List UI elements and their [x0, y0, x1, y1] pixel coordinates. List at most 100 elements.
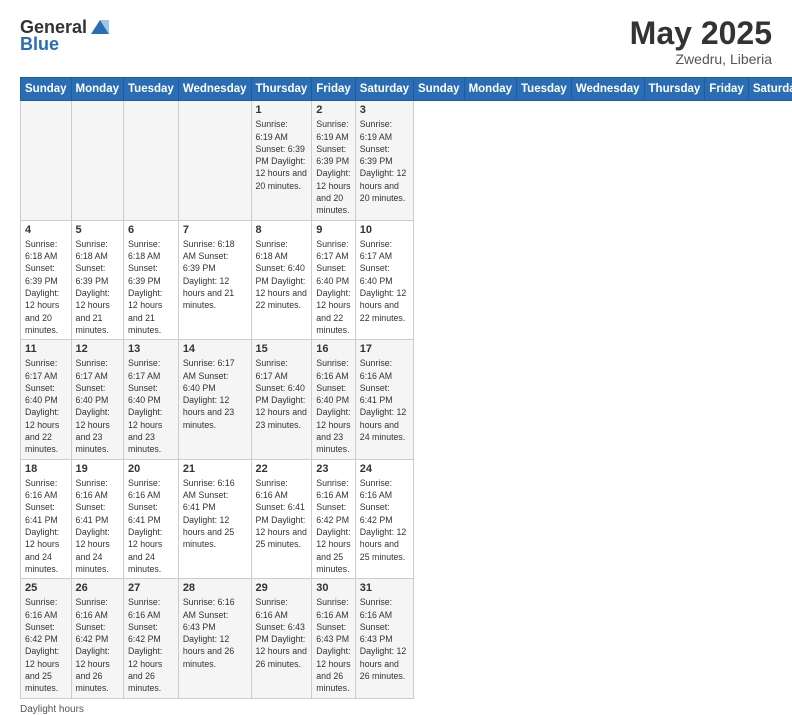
calendar-cell: 12Sunrise: 6:17 AM Sunset: 6:40 PM Dayli… — [71, 340, 123, 460]
calendar-cell: 27 Sunrise: 6:16 AM Sunset: 6:42 PM Dayli… — [124, 579, 179, 699]
calendar-cell: 17 Sunrise: 6:16 AM Sunset: 6:41 PM Dayli… — [355, 340, 413, 460]
page: General Blue May 2025 Zwedru, Liberia Su… — [0, 0, 792, 612]
day-header: Friday — [705, 78, 749, 101]
calendar-cell: 11 Sunrise: 6:17 AM Sunset: 6:40 PM Dayli… — [21, 340, 72, 460]
day-info: Sunrise: 6:16 AM Sunset: 6:41 PM Dayligh… — [76, 477, 119, 576]
day-info: Sunrise: 6:16 AM Sunset: 6:41 PM Dayligh… — [256, 477, 308, 551]
calendar-cell: 30 Sunrise: 6:16 AM Sunset: 6:43 PM Dayli… — [312, 579, 356, 699]
calendar-cell: 5 Sunrise: 6:18 AM Sunset: 6:39 PM Daylig… — [71, 220, 123, 340]
day-number: 26 — [76, 582, 119, 594]
day-number: 27 — [128, 582, 174, 594]
header: General Blue May 2025 Zwedru, Liberia — [20, 16, 772, 67]
calendar-cell: 29 Sunrise: 6:16 AM Sunset: 6:43 PM Dayli… — [251, 579, 312, 699]
day-header: Monday — [464, 78, 516, 101]
calendar-cell: 26 Sunrise: 6:16 AM Sunset: 6:42 PM Dayli… — [71, 579, 123, 699]
day-number: 21 — [183, 463, 247, 475]
day-number: 24 — [360, 463, 409, 475]
day-info: Sunrise: 6:16 AM Sunset: 6:43 PM Dayligh… — [256, 596, 308, 670]
calendar-cell: 23Sunrise: 6:16 AM Sunset: 6:42 PM Dayli… — [312, 459, 356, 579]
day-header-friday: Friday — [312, 78, 356, 101]
day-number: 5 — [76, 224, 119, 236]
header-row: SundayMondayTuesdayWednesdayThursdayFrid… — [21, 78, 792, 101]
calendar-cell: 3Sunrise: 6:19 AM Sunset: 6:39 PM Daylig… — [355, 101, 413, 221]
day-header-tuesday: Tuesday — [124, 78, 179, 101]
day-number: 2 — [316, 104, 351, 116]
day-number: 20 — [128, 463, 174, 475]
day-header-wednesday: Wednesday — [178, 78, 251, 101]
calendar-cell: 7Sunrise: 6:18 AM Sunset: 6:39 PM Daylig… — [178, 220, 251, 340]
day-number: 15 — [256, 343, 308, 355]
day-header-sunday: Sunday — [21, 78, 72, 101]
calendar-cell: 25Sunrise: 6:16 AM Sunset: 6:42 PM Dayli… — [21, 579, 72, 699]
day-header: Tuesday — [517, 78, 572, 101]
calendar-cell: 14 Sunrise: 6:17 AM Sunset: 6:40 PM Dayli… — [178, 340, 251, 460]
day-number: 17 — [360, 343, 409, 355]
day-info: Sunrise: 6:17 AM Sunset: 6:40 PM Dayligh… — [76, 357, 119, 456]
week-row: 4 Sunrise: 6:18 AM Sunset: 6:39 PM Daylig… — [21, 220, 792, 340]
calendar-cell: 16Sunrise: 6:16 AM Sunset: 6:40 PM Dayli… — [312, 340, 356, 460]
day-header-thursday: Thursday — [251, 78, 312, 101]
calendar-cell: 21 Sunrise: 6:16 AM Sunset: 6:41 PM Dayli… — [178, 459, 251, 579]
calendar-cell: 4 Sunrise: 6:18 AM Sunset: 6:39 PM Daylig… — [21, 220, 72, 340]
day-number: 29 — [256, 582, 308, 594]
day-number: 14 — [183, 343, 247, 355]
day-info: Sunrise: 6:17 AM Sunset: 6:40 PM Dayligh… — [360, 238, 409, 324]
day-info: Sunrise: 6:18 AM Sunset: 6:39 PM Dayligh… — [25, 238, 67, 337]
calendar-cell: 6Sunrise: 6:18 AM Sunset: 6:39 PM Daylig… — [124, 220, 179, 340]
day-number: 28 — [183, 582, 247, 594]
day-number: 8 — [256, 224, 308, 236]
calendar-cell: 20 Sunrise: 6:16 AM Sunset: 6:41 PM Dayli… — [124, 459, 179, 579]
calendar-cell — [21, 101, 72, 221]
day-number: 25 — [25, 582, 67, 594]
calendar-cell: 1Sunrise: 6:19 AM Sunset: 6:39 PM Daylig… — [251, 101, 312, 221]
calendar-cell: 18Sunrise: 6:16 AM Sunset: 6:41 PM Dayli… — [21, 459, 72, 579]
calendar-cell: 24 Sunrise: 6:16 AM Sunset: 6:42 PM Dayli… — [355, 459, 413, 579]
day-header: Wednesday — [571, 78, 644, 101]
calendar-cell — [178, 101, 251, 221]
calendar-table: SundayMondayTuesdayWednesdayThursdayFrid… — [20, 77, 792, 699]
day-header: Sunday — [414, 78, 465, 101]
day-info: Sunrise: 6:16 AM Sunset: 6:41 PM Dayligh… — [183, 477, 247, 551]
calendar-cell: 15Sunrise: 6:17 AM Sunset: 6:40 PM Dayli… — [251, 340, 312, 460]
day-info: Sunrise: 6:16 AM Sunset: 6:42 PM Dayligh… — [360, 477, 409, 563]
day-info: Sunrise: 6:18 AM Sunset: 6:39 PM Dayligh… — [183, 238, 247, 312]
calendar-cell: 31Sunrise: 6:16 AM Sunset: 6:43 PM Dayli… — [355, 579, 413, 699]
day-info: Sunrise: 6:16 AM Sunset: 6:43 PM Dayligh… — [360, 596, 409, 682]
calendar-cell: 8 Sunrise: 6:18 AM Sunset: 6:40 PM Daylig… — [251, 220, 312, 340]
logo: General Blue — [20, 16, 111, 55]
day-info: Sunrise: 6:18 AM Sunset: 6:39 PM Dayligh… — [76, 238, 119, 337]
calendar-cell: 13Sunrise: 6:17 AM Sunset: 6:40 PM Dayli… — [124, 340, 179, 460]
day-info: Sunrise: 6:18 AM Sunset: 6:40 PM Dayligh… — [256, 238, 308, 312]
day-info: Sunrise: 6:16 AM Sunset: 6:43 PM Dayligh… — [183, 596, 247, 670]
day-info: Sunrise: 6:19 AM Sunset: 6:39 PM Dayligh… — [316, 118, 351, 217]
day-info: Sunrise: 6:19 AM Sunset: 6:39 PM Dayligh… — [360, 118, 409, 204]
logo-icon — [89, 16, 111, 38]
day-number: 9 — [316, 224, 351, 236]
calendar-cell: 2 Sunrise: 6:19 AM Sunset: 6:39 PM Daylig… — [312, 101, 356, 221]
day-info: Sunrise: 6:19 AM Sunset: 6:39 PM Dayligh… — [256, 118, 308, 192]
day-header: Saturday — [748, 78, 792, 101]
day-info: Sunrise: 6:16 AM Sunset: 6:42 PM Dayligh… — [76, 596, 119, 695]
calendar-cell: 22 Sunrise: 6:16 AM Sunset: 6:41 PM Dayli… — [251, 459, 312, 579]
day-info: Sunrise: 6:16 AM Sunset: 6:42 PM Dayligh… — [128, 596, 174, 695]
day-info: Sunrise: 6:16 AM Sunset: 6:40 PM Dayligh… — [316, 357, 351, 456]
week-row: 25 Sunrise: 6:16 AM Sunset: 6:42 PM Dayli… — [21, 579, 792, 699]
calendar-cell: 19 Sunrise: 6:16 AM Sunset: 6:41 PM Dayli… — [71, 459, 123, 579]
day-info: Sunrise: 6:17 AM Sunset: 6:40 PM Dayligh… — [25, 357, 67, 456]
day-number: 6 — [128, 224, 174, 236]
calendar-cell: 28 Sunrise: 6:16 AM Sunset: 6:43 PM Dayli… — [178, 579, 251, 699]
day-info: Sunrise: 6:17 AM Sunset: 6:40 PM Dayligh… — [183, 357, 247, 431]
calendar-cell: 10Sunrise: 6:17 AM Sunset: 6:40 PM Dayli… — [355, 220, 413, 340]
day-number: 4 — [25, 224, 67, 236]
day-number: 30 — [316, 582, 351, 594]
day-info: Sunrise: 6:16 AM Sunset: 6:43 PM Dayligh… — [316, 596, 351, 695]
day-info: Sunrise: 6:16 AM Sunset: 6:41 PM Dayligh… — [25, 477, 67, 576]
day-number: 11 — [25, 343, 67, 355]
day-number: 22 — [256, 463, 308, 475]
day-header-monday: Monday — [71, 78, 123, 101]
month-title: May 2025 — [630, 16, 772, 51]
week-row: 11 Sunrise: 6:17 AM Sunset: 6:40 PM Dayli… — [21, 340, 792, 460]
day-info: Sunrise: 6:16 AM Sunset: 6:41 PM Dayligh… — [360, 357, 409, 443]
day-info: Sunrise: 6:16 AM Sunset: 6:41 PM Dayligh… — [128, 477, 174, 576]
day-number: 19 — [76, 463, 119, 475]
